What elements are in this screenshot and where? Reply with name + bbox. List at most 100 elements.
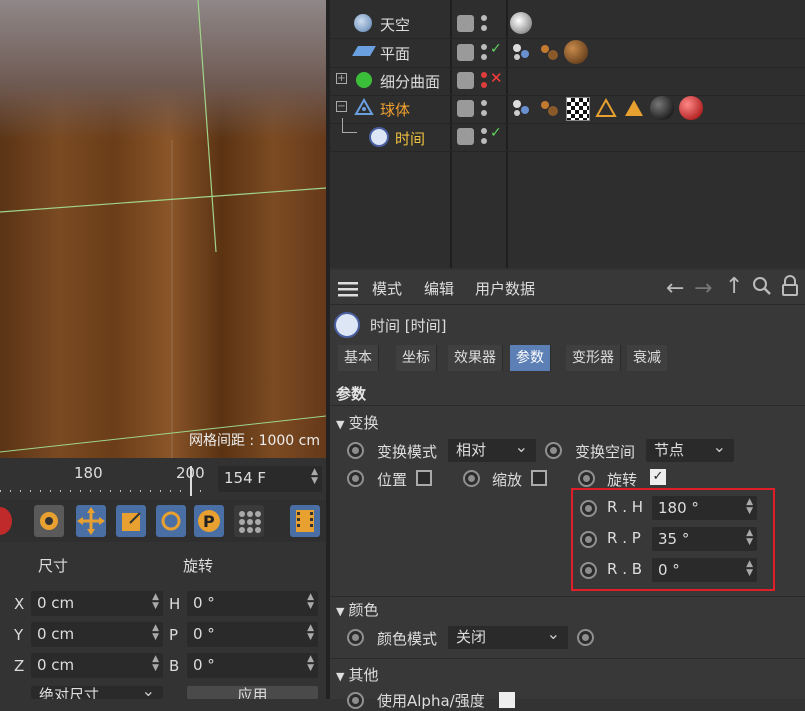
point-level-button[interactable] [234, 505, 264, 537]
playhead[interactable] [190, 466, 192, 496]
rb-input[interactable]: 0 ° ▲ ▼ [652, 558, 757, 582]
checker-material-icon[interactable] [566, 97, 590, 121]
triangle-outline-icon[interactable] [595, 97, 617, 119]
animate-radio[interactable] [580, 562, 597, 579]
transform-mode-select[interactable]: 相对 [448, 435, 536, 462]
spinner-icon[interactable]: ▲ ▼ [152, 624, 159, 642]
animate-radio[interactable] [463, 470, 480, 487]
3d-viewport[interactable]: 网格间距 : 1000 cm [0, 0, 326, 458]
tab-coordinates[interactable]: 坐标 [396, 345, 437, 371]
collapse-icon[interactable]: − [336, 101, 347, 112]
layer-box[interactable] [457, 44, 474, 61]
object-name-active[interactable]: 时间 [395, 128, 425, 149]
scale-checkbox[interactable] [531, 470, 547, 486]
object-name-selected[interactable]: 球体 [380, 99, 410, 120]
move-tool-button[interactable] [76, 505, 106, 537]
transform-space-select[interactable]: 节点 [646, 435, 734, 462]
editor-visibility-dot[interactable] [481, 72, 487, 78]
section-transform[interactable]: ▼ 变换 [336, 412, 378, 433]
rotation-p-input[interactable]: 0 ° ▲ ▼ [187, 622, 318, 647]
rotation-h-input[interactable]: 0 ° ▲ ▼ [187, 591, 318, 616]
layer-box[interactable] [457, 15, 474, 32]
render-visibility-dot[interactable] [481, 54, 487, 60]
editor-visibility-dot[interactable] [481, 15, 487, 21]
object-name[interactable]: 细分曲面 [380, 71, 440, 92]
rotation-checkbox-checked[interactable]: ✓ [650, 469, 666, 485]
section-other[interactable]: ▼ 其他 [336, 664, 378, 685]
spinner-icon[interactable]: ▲ ▼ [746, 529, 753, 547]
tab-falloff[interactable]: 衰减 [627, 345, 667, 371]
spinner-icon[interactable]: ▲ ▼ [152, 655, 159, 673]
animate-radio[interactable] [347, 442, 364, 459]
rotate-tool-button[interactable] [156, 505, 186, 537]
animate-radio[interactable] [580, 531, 597, 548]
back-arrow-icon[interactable]: ← [666, 276, 684, 301]
animate-radio[interactable] [580, 500, 597, 517]
frame-input[interactable]: 154 F ▲ ▼ [218, 466, 322, 492]
spinner-icon[interactable]: ▲ ▼ [307, 624, 314, 642]
scale-tool-button[interactable] [116, 505, 146, 537]
animate-radio[interactable] [347, 629, 364, 646]
layer-box[interactable] [457, 72, 474, 89]
phong-tag-icon[interactable] [510, 42, 532, 62]
section-color[interactable]: ▼ 颜色 [336, 599, 378, 620]
film-clip-icon[interactable] [290, 505, 320, 537]
phong-tag-icon[interactable] [510, 98, 532, 118]
spinner-icon[interactable]: ▲ ▼ [311, 468, 318, 486]
tab-effector[interactable]: 效果器 [448, 345, 503, 371]
search-icon[interactable] [752, 276, 772, 296]
layer-box[interactable] [457, 100, 474, 117]
editor-visibility-dot[interactable] [481, 100, 487, 106]
position-checkbox[interactable] [416, 470, 432, 486]
parameter-button[interactable]: P [194, 505, 224, 537]
rotation-b-input[interactable]: 0 ° ▲ ▼ [187, 653, 318, 678]
lock-icon[interactable] [780, 275, 800, 297]
black-material-icon[interactable] [650, 96, 674, 120]
red-material-icon[interactable] [679, 96, 703, 120]
color-mode-select[interactable]: 关闭 [448, 622, 568, 649]
material-spheres-icon[interactable] [538, 98, 560, 118]
layer-box[interactable] [457, 128, 474, 145]
apply-button[interactable]: 应用 [187, 686, 318, 699]
size-mode-select[interactable]: 绝对尺寸 [31, 686, 163, 699]
use-alpha-checkbox[interactable] [499, 692, 515, 708]
triangle-filled-icon[interactable] [623, 97, 645, 119]
spinner-icon[interactable]: ▲ ▼ [746, 560, 753, 578]
up-arrow-icon[interactable]: ↑ [725, 274, 743, 299]
render-visibility-dot[interactable] [481, 110, 487, 116]
spinner-icon[interactable]: ▲ ▼ [307, 593, 314, 611]
animate-radio[interactable] [545, 442, 562, 459]
size-x-input[interactable]: 0 cm ▲ ▼ [31, 591, 163, 616]
size-y-input[interactable]: 0 cm ▲ ▼ [31, 622, 163, 647]
animate-radio[interactable] [347, 470, 364, 487]
tab-basic[interactable]: 基本 [338, 345, 379, 371]
autokey-button[interactable] [34, 505, 64, 537]
tab-parameter[interactable]: 参数 [510, 345, 551, 371]
render-visibility-dot[interactable] [481, 138, 487, 144]
menu-user-data[interactable]: 用户数据 [475, 278, 535, 299]
render-visibility-dot[interactable] [481, 25, 487, 31]
sky-texture-tag-icon[interactable] [510, 12, 532, 34]
editor-visibility-dot[interactable] [481, 44, 487, 50]
tab-deformer[interactable]: 变形器 [566, 345, 621, 371]
spinner-icon[interactable]: ▲ ▼ [746, 498, 753, 516]
menu-edit[interactable]: 编辑 [424, 278, 454, 299]
rp-input[interactable]: 35 ° ▲ ▼ [652, 527, 757, 551]
material-spheres-icon[interactable] [538, 42, 560, 62]
wood-material-icon[interactable] [564, 40, 588, 64]
hamburger-menu-icon[interactable] [338, 281, 358, 297]
disabled-cross-icon[interactable]: ✕ [490, 69, 503, 87]
animate-radio[interactable] [347, 692, 364, 709]
expand-icon[interactable]: + [336, 73, 347, 84]
render-visibility-dot[interactable] [481, 82, 487, 88]
enabled-check-icon[interactable]: ✓ [490, 125, 502, 141]
animate-radio[interactable] [578, 470, 595, 487]
rh-input[interactable]: 180 ° ▲ ▼ [652, 496, 757, 520]
animate-radio[interactable] [577, 629, 594, 646]
size-z-input[interactable]: 0 cm ▲ ▼ [31, 653, 163, 678]
object-name[interactable]: 平面 [380, 43, 410, 64]
enabled-check-icon[interactable]: ✓ [490, 41, 502, 57]
forward-arrow-icon[interactable]: → [694, 276, 712, 301]
editor-visibility-dot[interactable] [481, 128, 487, 134]
spinner-icon[interactable]: ▲ ▼ [152, 593, 159, 611]
